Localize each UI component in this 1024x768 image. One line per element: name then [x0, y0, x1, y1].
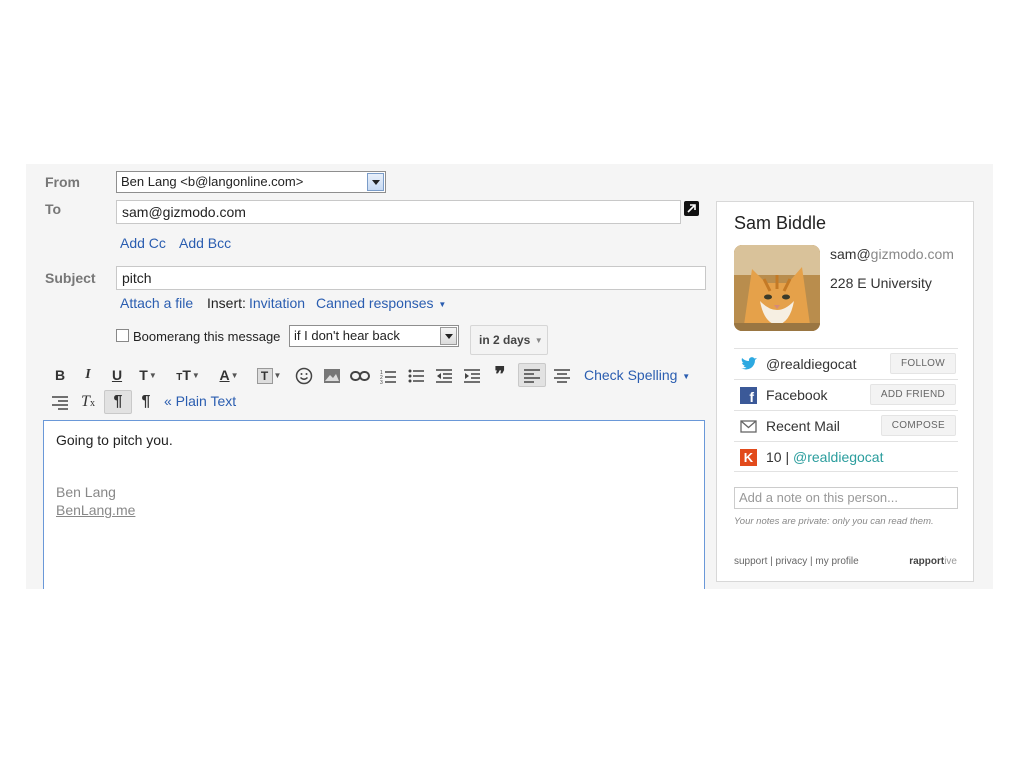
rapportive-logo: rapportive	[909, 556, 957, 567]
note-privacy-text: Your notes are private: only you can rea…	[734, 516, 934, 527]
klout-score: 10 |	[766, 449, 790, 465]
highlight-icon[interactable]: T ▼	[252, 363, 286, 387]
from-select[interactable]: Ben Lang <b@langonline.com>	[116, 171, 386, 193]
italic-icon[interactable]: I	[76, 363, 100, 387]
image-icon[interactable]	[320, 363, 344, 387]
svg-text:3: 3	[380, 380, 383, 384]
check-spelling-menu[interactable]: Check Spelling ▼	[584, 367, 690, 383]
facebook-icon: f	[740, 387, 757, 404]
bulleted-list-icon[interactable]	[404, 363, 428, 387]
twitter-icon	[740, 356, 757, 373]
caret-down-icon: ▼	[438, 299, 447, 309]
contact-location: 228 E University	[830, 275, 932, 291]
support-link[interactable]: support	[734, 556, 767, 567]
insert-label: Insert:	[207, 295, 246, 311]
my-profile-link[interactable]: my profile	[815, 556, 858, 567]
rapportive-sidebar: Sam Biddle sam@gizmodo.com 228 E Univers…	[716, 201, 974, 582]
from-value: Ben Lang <b@langonline.com>	[121, 174, 304, 189]
align-left-icon[interactable]	[518, 363, 546, 387]
add-cc-link[interactable]: Add Cc	[120, 235, 166, 251]
ltr-icon[interactable]: ¶	[104, 390, 132, 414]
klout-text: 10 | @realdiegocat	[766, 449, 884, 465]
note-input[interactable]: Add a note on this person...	[734, 487, 958, 509]
rtl-icon[interactable]: ¶	[134, 390, 158, 414]
compose-button[interactable]: COMPOSE	[880, 415, 956, 436]
plain-text-link[interactable]: « Plain Text	[164, 393, 236, 409]
contact-email: sam@gizmodo.com	[830, 246, 954, 262]
klout-icon: K	[740, 449, 757, 466]
underline-icon[interactable]: U	[105, 363, 129, 387]
remove-formatting-icon[interactable]: Tx	[76, 390, 100, 414]
chevron-down-icon[interactable]	[367, 173, 384, 191]
boomerang-checkbox[interactable]	[116, 329, 129, 342]
to-field[interactable]: sam@gizmodo.com	[116, 200, 681, 224]
twitter-row: @realdiegocat FOLLOW	[734, 348, 958, 378]
attach-file-link[interactable]: Attach a file	[120, 295, 193, 311]
formatting-toolbar: B I U T▼ TT▼ A▼ T ▼ 123 ❞ Check Spelling…	[48, 363, 698, 389]
popout-icon[interactable]	[684, 201, 699, 216]
contact-email-user: sam@	[830, 246, 871, 262]
klout-handle[interactable]: @realdiegocat	[793, 449, 884, 465]
brand-light: ive	[944, 556, 957, 567]
caret-down-icon: ▼	[682, 371, 691, 381]
contact-email-domain: gizmodo.com	[870, 246, 954, 262]
footer-links: support | privacy | my profile	[734, 556, 859, 567]
indent-more-icon[interactable]	[460, 363, 484, 387]
boomerang-delay-label: in 2 days	[479, 333, 531, 347]
boomerang-condition-value: if I don't hear back	[294, 328, 400, 343]
privacy-link[interactable]: privacy	[776, 556, 808, 567]
canned-responses-label: Canned responses	[316, 295, 434, 311]
invitation-link[interactable]: Invitation	[249, 295, 305, 311]
body-text: Going to pitch you.	[56, 432, 173, 448]
from-label: From	[45, 174, 80, 190]
subject-label: Subject	[45, 270, 96, 286]
to-label: To	[45, 201, 62, 217]
contact-name: Sam Biddle	[734, 213, 827, 233]
font-icon[interactable]: T▼	[133, 363, 163, 387]
subject-field[interactable]: pitch	[116, 266, 706, 290]
twitter-handle[interactable]: @realdiegocat	[766, 356, 857, 372]
formatting-toolbar-row-2: Tx ¶ ¶ « Plain Text	[48, 390, 348, 416]
compose-panel: From Ben Lang <b@langonline.com> To sam@…	[26, 164, 993, 589]
align-right-icon[interactable]	[48, 390, 72, 414]
signature-name: Ben Lang	[56, 484, 116, 500]
boomerang-delay-button[interactable]: in 2 days ▼	[470, 325, 548, 355]
font-size-icon[interactable]: TT▼	[171, 363, 205, 387]
klout-row: K 10 | @realdiegocat	[734, 441, 958, 472]
signature-link[interactable]: BenLang.me	[56, 502, 135, 518]
canned-responses-menu[interactable]: Canned responses ▼	[316, 295, 446, 311]
check-spelling-label: Check Spelling	[584, 367, 678, 383]
text-color-icon[interactable]: A▼	[212, 363, 246, 387]
chevron-down-icon[interactable]	[440, 327, 457, 345]
subject-value: pitch	[122, 270, 152, 286]
emoji-icon[interactable]	[292, 363, 316, 387]
link-icon[interactable]	[348, 363, 372, 387]
indent-less-icon[interactable]	[432, 363, 456, 387]
align-center-icon[interactable]	[550, 363, 574, 387]
boomerang-condition-select[interactable]: if I don't hear back	[289, 325, 459, 347]
recent-mail-row: Recent Mail COMPOSE	[734, 410, 958, 440]
recent-mail-label[interactable]: Recent Mail	[766, 418, 840, 434]
add-friend-button[interactable]: ADD FRIEND	[869, 384, 956, 405]
facebook-label[interactable]: Facebook	[766, 387, 827, 403]
facebook-row: f Facebook ADD FRIEND	[734, 379, 958, 409]
envelope-icon	[740, 418, 757, 435]
avatar	[734, 245, 820, 331]
caret-down-icon: ▼	[534, 336, 543, 346]
brand-bold: rapport	[909, 556, 945, 567]
add-bcc-link[interactable]: Add Bcc	[179, 235, 231, 251]
quote-icon[interactable]: ❞	[488, 363, 512, 387]
to-value: sam@gizmodo.com	[122, 204, 246, 220]
message-body[interactable]: Going to pitch you. Ben Lang BenLang.me	[43, 420, 705, 589]
numbered-list-icon[interactable]: 123	[376, 363, 400, 387]
boomerang-label: Boomerang this message	[133, 329, 281, 344]
bold-icon[interactable]: B	[48, 363, 72, 387]
follow-button[interactable]: FOLLOW	[889, 353, 956, 374]
